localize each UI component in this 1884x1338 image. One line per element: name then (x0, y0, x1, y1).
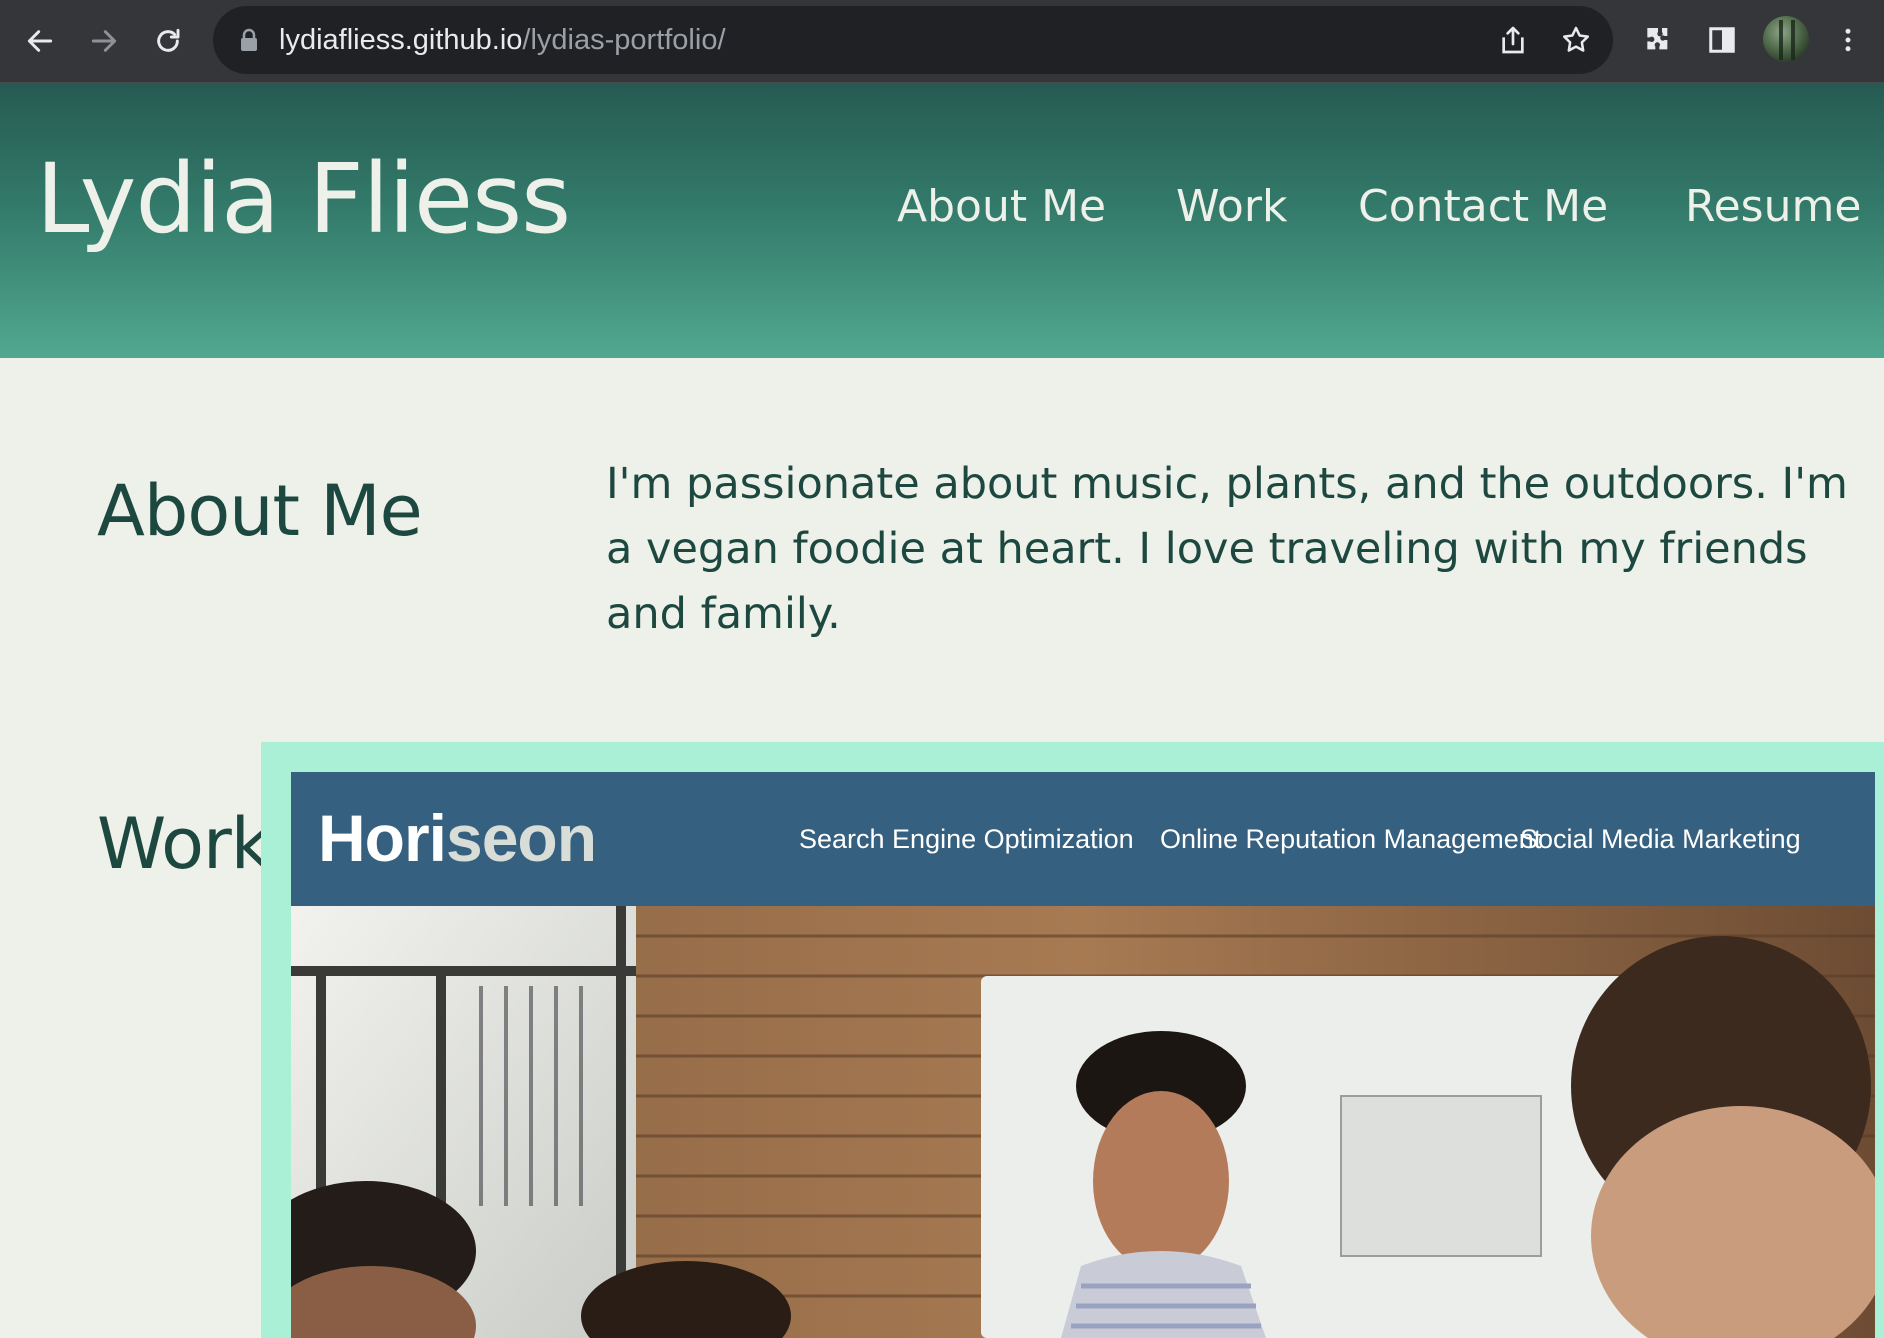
browser-toolbar: lydiafliess.github.io/lydias-portfolio/ (0, 0, 1884, 83)
nav-link-resume[interactable]: Resume (1685, 181, 1861, 232)
bookmark-star-icon[interactable] (1560, 24, 1592, 56)
reload-button[interactable] (145, 18, 191, 64)
forward-button[interactable] (81, 18, 127, 64)
about-heading: About Me (97, 470, 423, 552)
extensions-button[interactable] (1638, 20, 1678, 60)
project-logo-accent: seon (446, 801, 597, 875)
work-card-frame: Horiseon Search Engine Optimization Onli… (261, 742, 1884, 1338)
project-logo: Horiseon (318, 800, 597, 876)
project-nav-reputation: Online Reputation Management (1160, 824, 1542, 854)
site-header: Lydia Fliess About Me Work Contact Me Re… (0, 83, 1884, 358)
kebab-menu-icon (1845, 28, 1851, 52)
puzzle-icon (1647, 28, 1668, 50)
url-text[interactable]: lydiafliess.github.io/lydias-portfolio/ (279, 6, 726, 74)
site-nav: About Me Work Contact Me Resume (0, 181, 1884, 241)
project-nav-social: Social Media Marketing (1520, 824, 1801, 854)
url-path: /lydias-portfolio/ (522, 24, 726, 56)
work-heading: Work (97, 803, 271, 885)
side-panel-icon (1709, 27, 1735, 53)
lock-icon (241, 28, 257, 51)
profile-avatar[interactable] (1763, 16, 1809, 62)
nav-link-work[interactable]: Work (1176, 181, 1287, 232)
address-bar[interactable]: lydiafliess.github.io/lydias-portfolio/ (213, 6, 1613, 74)
project-nav-seo: Search Engine Optimization (799, 824, 1134, 854)
url-host: lydiafliess.github.io (279, 24, 523, 56)
reload-icon (157, 28, 180, 52)
project-screenshot-header: Horiseon Search Engine Optimization Onli… (291, 772, 1875, 906)
project-card-horiseon[interactable]: Horiseon Search Engine Optimization Onli… (291, 772, 1875, 1338)
project-logo-main: Hori (318, 801, 447, 875)
about-text: I'm passionate about music, plants, and … (606, 459, 1848, 639)
side-panel-button[interactable] (1702, 20, 1742, 60)
forward-arrow-icon (91, 30, 117, 52)
project-hero-photo (291, 906, 1875, 1338)
share-icon[interactable] (1497, 24, 1529, 56)
menu-button[interactable] (1828, 20, 1868, 60)
nav-link-about-me[interactable]: About Me (897, 181, 1106, 232)
nav-link-contact-me[interactable]: Contact Me (1358, 181, 1608, 232)
back-button[interactable] (17, 18, 63, 64)
back-arrow-icon (27, 30, 53, 52)
